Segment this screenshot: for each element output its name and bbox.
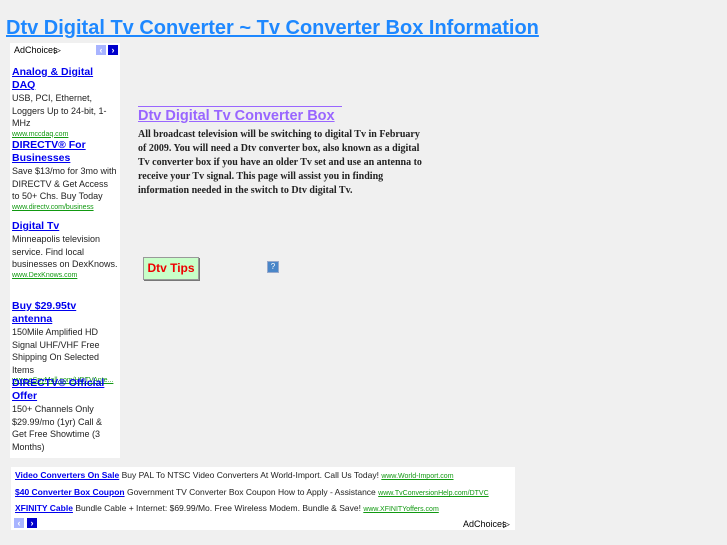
intro-paragraph: All broadcast television will be switchi… [138,129,422,196]
ad-description: Bundle Cable + Internet: $69.99/Mo. Free… [75,503,361,513]
ad-url-link[interactable]: www.directv.com/business [12,203,118,213]
prev-ad-icon[interactable]: ‹ [14,518,24,528]
next-ad-icon[interactable]: › [108,45,118,55]
main-heading-link[interactable]: Dtv Digital Tv Converter Box [138,106,342,124]
ad-description: Buy PAL To NTSC Video Converters At Worl… [121,470,379,480]
ad-description: Save $13/mo for 3mo with DIRECTV & Get A… [12,166,117,201]
adchoices-label[interactable]: AdChoices [14,45,58,55]
side-ad: Digital Tv Minneapolis television servic… [12,220,118,281]
ad-title-link[interactable]: Analog & Digital DAQ [12,66,118,92]
help-icon[interactable]: ? [267,261,279,273]
side-ad: Buy $29.95tv antenna 150Mile Amplified H… [12,300,118,386]
page-title-link[interactable]: Dtv Digital Tv Converter ~ Tv Converter … [6,17,539,40]
adchoices-icon[interactable]: ▷ [54,45,61,56]
ad-title-link[interactable]: Digital Tv [12,220,118,233]
ad-url-link[interactable]: www.DexKnows.com [12,271,118,281]
ad-title-link[interactable]: XFINITY Cable [15,503,73,513]
ad-description: 150+ Channels Only $29.99/mo (1yr) Call … [12,404,103,452]
bottom-ad: Video Converters On Sale Buy PAL To NTSC… [15,470,454,480]
next-ad-icon[interactable]: › [27,518,37,528]
bottom-ad: XFINITY Cable Bundle Cable + Internet: $… [15,503,439,513]
bottom-ad: $40 Converter Box Coupon Government TV C… [15,487,489,497]
side-ad: Analog & Digital DAQ USB, PCI, Ethernet,… [12,66,118,140]
adchoices-label[interactable]: AdChoices [463,519,507,529]
ad-description: USB, PCI, Ethernet, Loggers Up to 24-bit… [12,93,107,128]
dtv-tips-button[interactable]: Dtv Tips [143,257,199,280]
bottom-ad-panel: Video Converters On Sale Buy PAL To NTSC… [11,467,515,530]
ad-description: 150Mile Amplified HD Signal UHF/VHF Free… [12,327,100,375]
ad-url-link[interactable]: www.TvConversionHelp.com/DTVC [378,490,488,497]
ad-title-link[interactable]: Buy $29.95tv antenna [12,300,118,326]
side-ad-panel: AdChoices ▷ ‹ › Analog & Digital DAQ USB… [10,43,120,458]
ad-title-link[interactable]: DIRECTV® For Businesses [12,139,118,165]
ad-url-link[interactable]: www.XFINITYoffers.com [363,506,438,513]
ad-title-link[interactable]: Video Converters On Sale [15,470,119,480]
ad-url-link[interactable]: www.World-Import.com [381,473,453,480]
ad-title-link[interactable]: $40 Converter Box Coupon [15,487,125,497]
ad-title-link[interactable]: DIRECTV® Official Offer [12,377,118,403]
adchoices-icon[interactable]: ▷ [503,519,510,530]
side-ad: DIRECTV® For Businesses Save $13/mo for … [12,139,118,213]
ad-url-link[interactable]: www.mccdaq.com [12,130,118,140]
side-ad: DIRECTV® Official Offer 150+ Channels On… [12,377,118,453]
ad-description: Government TV Converter Box Coupon How t… [126,487,376,497]
prev-ad-icon[interactable]: ‹ [96,45,106,55]
ad-description: Minneapolis television service. Find loc… [12,234,118,269]
